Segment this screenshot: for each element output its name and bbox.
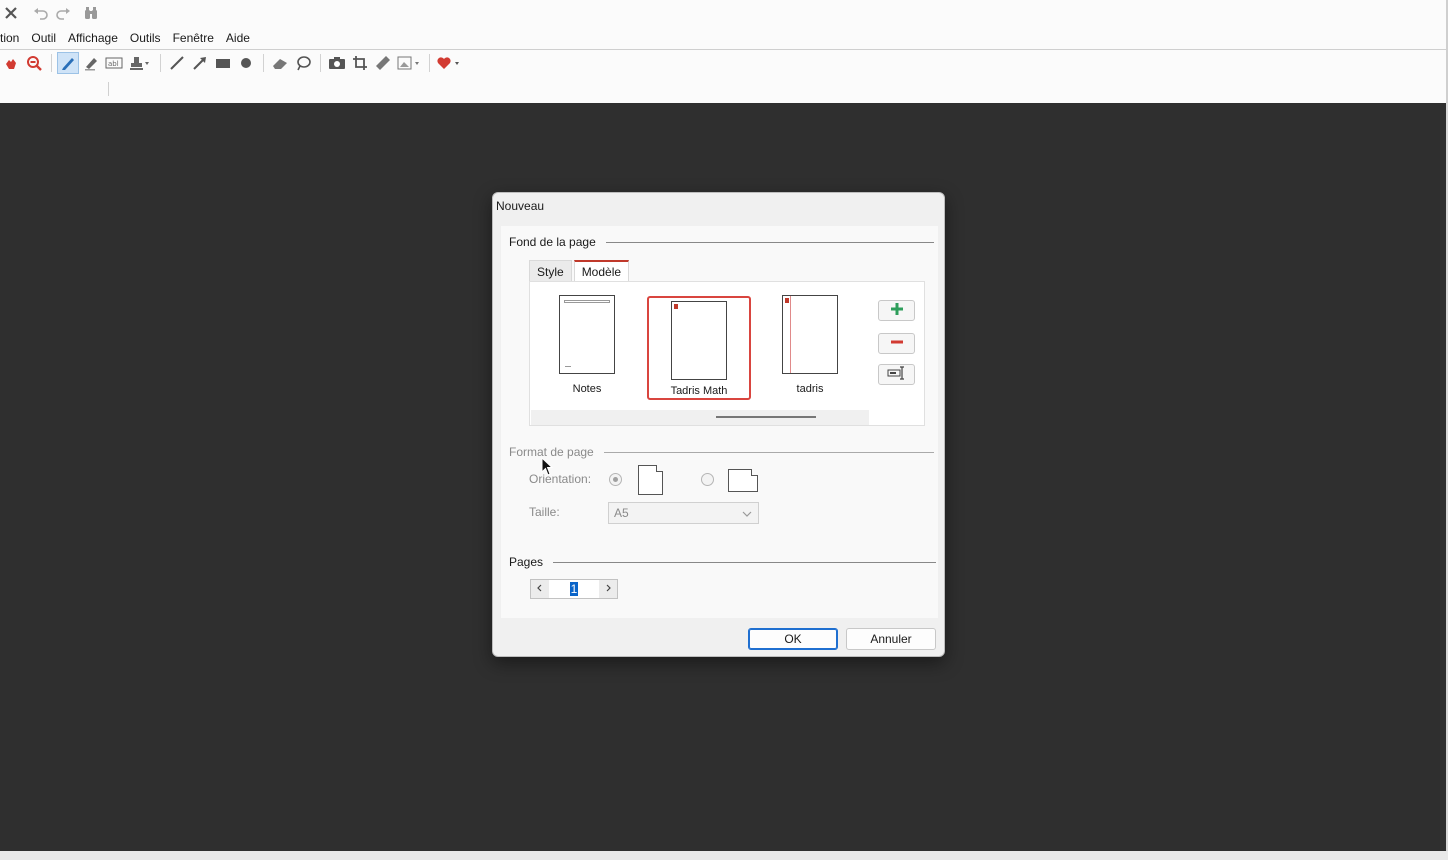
gallery-scroll-thumb[interactable] — [716, 416, 816, 418]
camera-icon[interactable] — [326, 52, 348, 74]
chevron-left-icon — [536, 584, 544, 595]
toolbar-separator — [320, 54, 321, 72]
dialog-title: Nouveau — [496, 199, 545, 213]
rename-icon — [887, 366, 907, 383]
tab-modele[interactable]: Modèle — [573, 260, 630, 282]
cancel-button[interactable]: Annuler — [846, 628, 936, 650]
new-document-dialog: Nouveau Fond de la page Style Modèle Not… — [492, 192, 945, 657]
increment-button[interactable] — [599, 580, 617, 598]
menu-outil[interactable]: Outil — [31, 31, 56, 45]
orientation-label: Orientation: — [529, 472, 592, 486]
portrait-icon — [638, 465, 663, 495]
template-notes[interactable]: Notes — [532, 295, 642, 395]
pages-stepper[interactable]: 1 — [530, 579, 618, 599]
stamp-icon[interactable] — [126, 52, 154, 74]
pages-input[interactable]: 1 — [549, 580, 599, 598]
tab-style[interactable]: Style — [529, 260, 572, 282]
ruler-icon[interactable] — [372, 52, 394, 74]
template-tadris-math[interactable]: Tadris Math — [647, 296, 751, 400]
section-format: Format de page — [509, 445, 934, 459]
ok-button[interactable]: OK — [748, 628, 838, 650]
hand-icon[interactable] — [0, 52, 22, 74]
app-chrome: tion Outil Affichage Outils Fenêtre Aide… — [0, 0, 1448, 103]
chevron-right-icon — [604, 584, 612, 595]
section-background-label: Fond de la page — [509, 235, 596, 249]
menu-fenetre[interactable]: Fenêtre — [173, 31, 214, 45]
image-icon[interactable] — [395, 52, 423, 74]
section-divider — [605, 241, 934, 243]
minus-icon — [890, 335, 904, 352]
gallery-scrollbar[interactable] — [531, 410, 869, 425]
section-divider — [603, 451, 934, 453]
decrement-button[interactable] — [531, 580, 549, 598]
menubar-divider — [0, 49, 1448, 50]
toolbar-separator — [51, 54, 52, 72]
section-pages: Pages — [509, 555, 937, 569]
circle-icon[interactable] — [235, 52, 257, 74]
toolbar-separator — [160, 54, 161, 72]
mouse-cursor-icon — [541, 456, 555, 480]
template-name: tadris — [796, 383, 824, 395]
toolbar-separator — [263, 54, 264, 72]
redo-icon[interactable] — [52, 2, 74, 24]
page-size-value: A5 — [614, 506, 629, 520]
section-pages-label: Pages — [509, 555, 544, 569]
eraser-icon[interactable] — [269, 52, 291, 74]
rectangle-icon[interactable] — [212, 52, 234, 74]
pages-value: 1 — [569, 582, 579, 596]
menu-aide[interactable]: Aide — [226, 31, 250, 45]
zoom-out-icon[interactable] — [23, 52, 45, 74]
plus-icon — [890, 302, 904, 319]
toolbar-separator — [429, 54, 430, 72]
dialog-body: Fond de la page Style Modèle Notes Tadri… — [501, 226, 938, 618]
close-icon[interactable] — [0, 2, 22, 24]
text-box-icon[interactable]: abl — [103, 52, 125, 74]
template-notes-preview — [559, 295, 615, 374]
remove-template-button[interactable] — [878, 333, 915, 354]
rename-template-button[interactable] — [878, 364, 915, 385]
add-template-button[interactable] — [878, 300, 915, 321]
template-tadris-preview — [782, 295, 838, 374]
menubar: tion Outil Affichage Outils Fenêtre Aide — [0, 28, 262, 48]
portrait-radio[interactable] — [609, 473, 622, 486]
binoculars-icon[interactable] — [80, 2, 102, 24]
landscape-icon — [728, 469, 758, 492]
line-icon[interactable] — [166, 52, 188, 74]
menu-edition[interactable]: tion — [0, 31, 19, 45]
section-background: Fond de la page — [509, 235, 934, 249]
template-tabs: Style Modèle — [529, 260, 630, 282]
lasso-icon[interactable] — [292, 52, 314, 74]
menu-affichage[interactable]: Affichage — [68, 31, 118, 45]
template-gallery: Notes Tadris Math tadris — [529, 281, 925, 426]
chevron-down-icon — [742, 508, 752, 522]
template-tadris[interactable]: tadris — [755, 295, 865, 395]
section-divider — [553, 561, 937, 563]
template-name: Tadris Math — [670, 385, 728, 397]
status-bar — [0, 851, 1448, 860]
main-toolbar: abl — [0, 51, 464, 75]
pen-icon[interactable] — [57, 52, 79, 74]
arrow-icon[interactable] — [189, 52, 211, 74]
toolbar-separator — [108, 82, 109, 96]
template-name: Notes — [572, 383, 602, 395]
landscape-radio[interactable] — [701, 473, 714, 486]
undo-icon[interactable] — [30, 2, 52, 24]
svg-text:abl: abl — [108, 60, 119, 68]
crop-icon[interactable] — [349, 52, 371, 74]
size-label: Taille: — [529, 505, 560, 519]
quick-access-bar — [0, 0, 102, 26]
menu-outils[interactable]: Outils — [130, 31, 161, 45]
highlighter-icon[interactable] — [80, 52, 102, 74]
heart-icon[interactable] — [435, 52, 463, 74]
template-tadris-math-preview — [671, 301, 727, 380]
page-size-select[interactable]: A5 — [608, 502, 759, 524]
